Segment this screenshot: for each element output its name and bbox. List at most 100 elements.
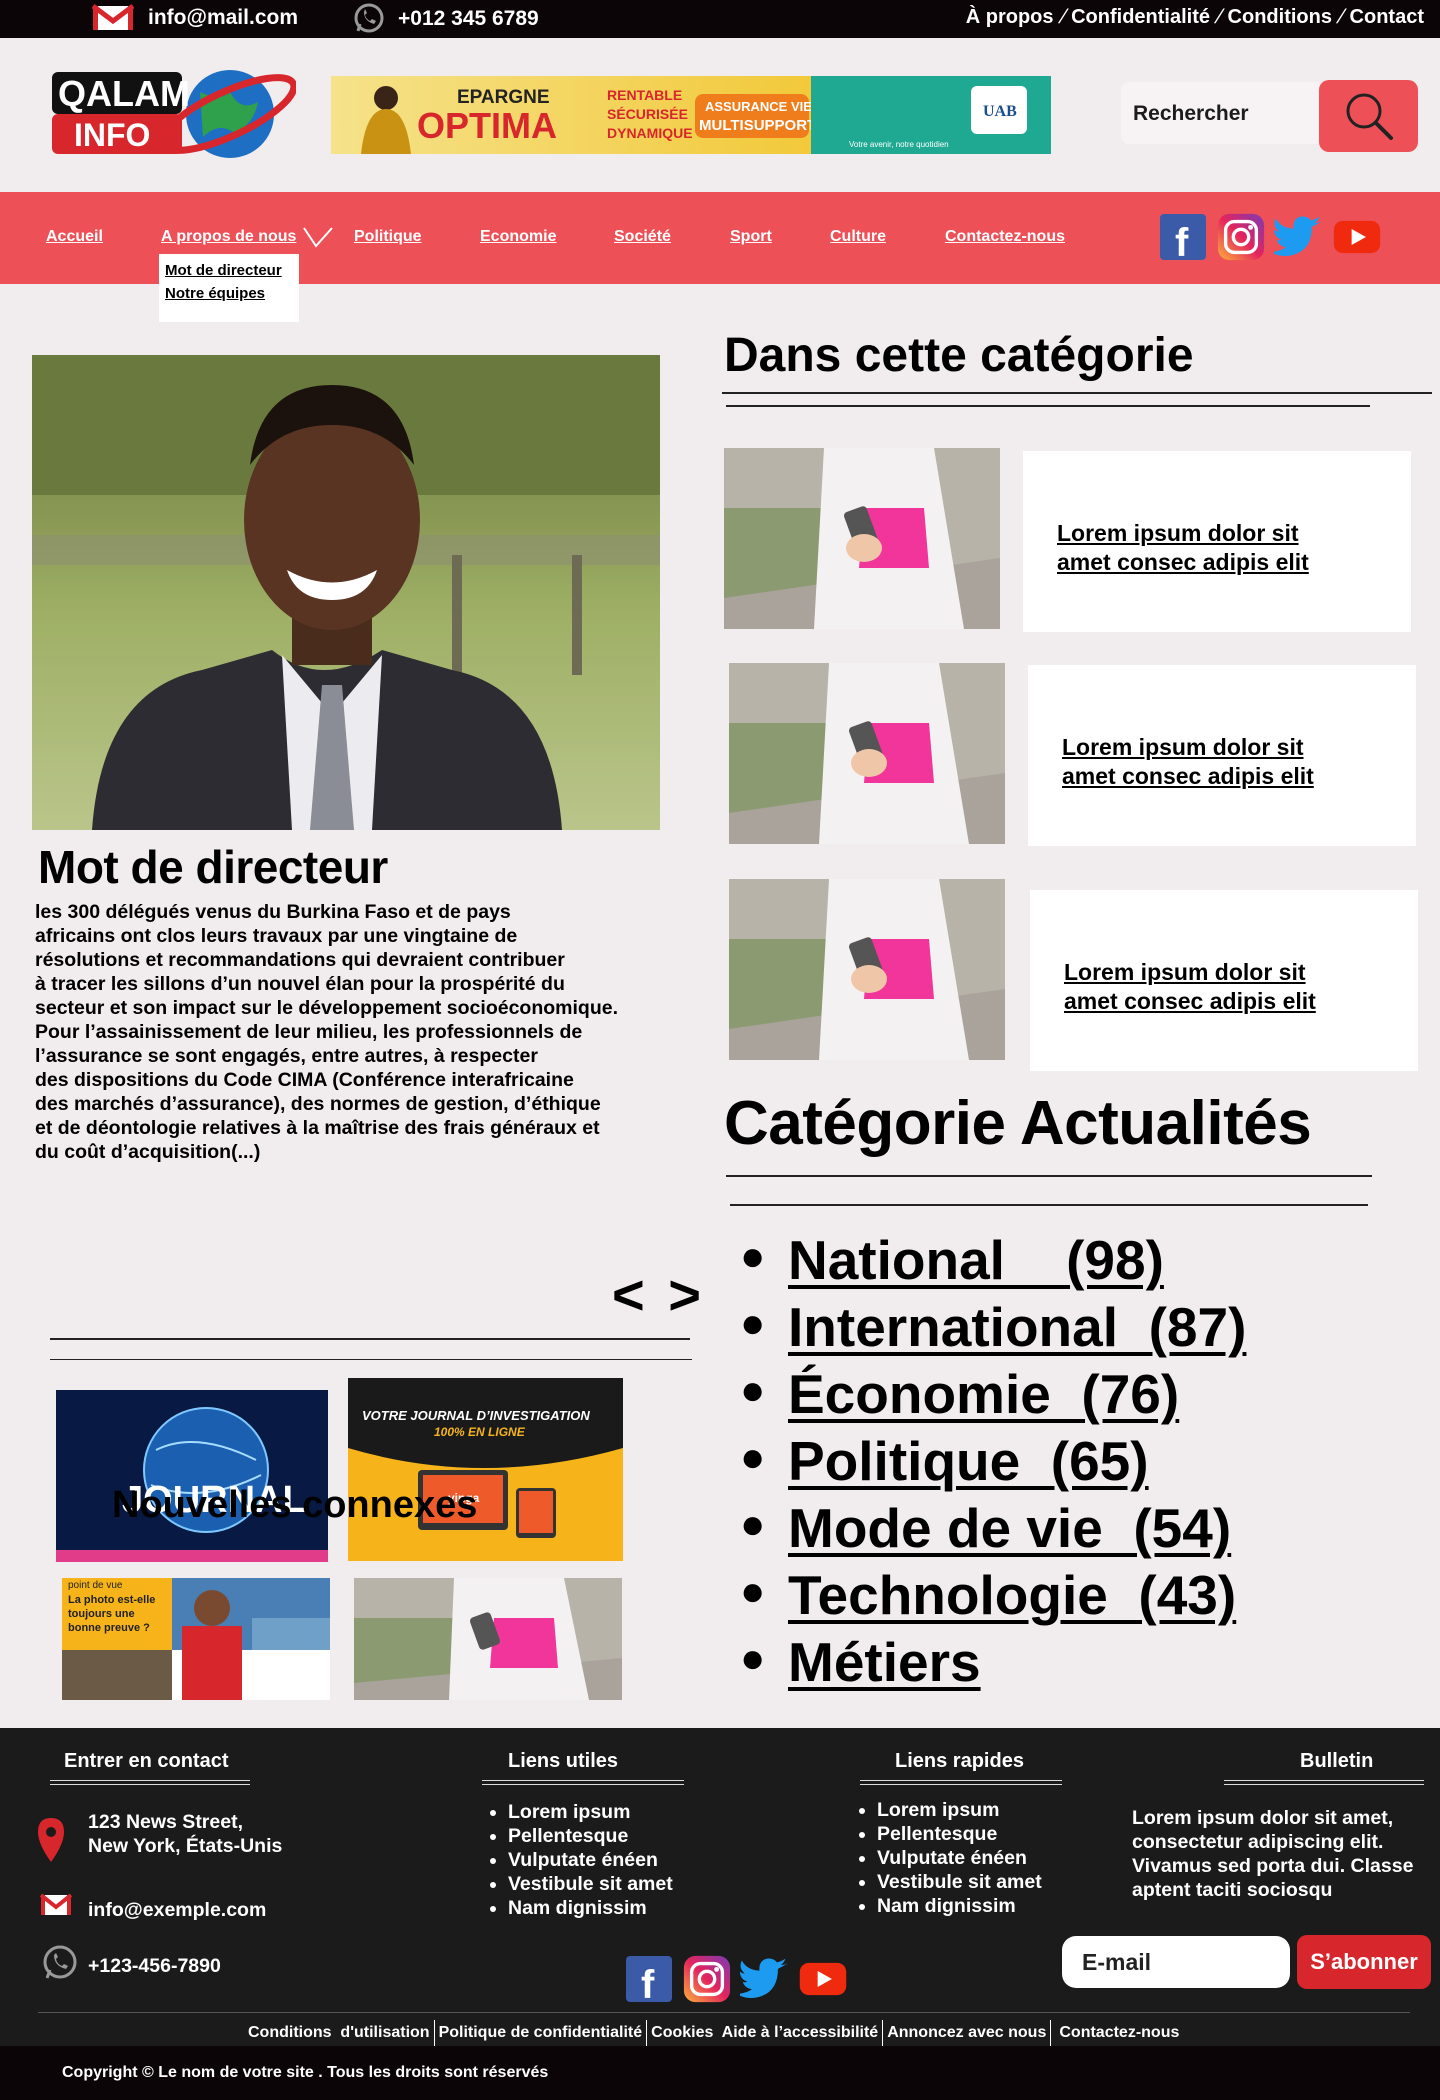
category-item-link[interactable]: Lorem ipsum dolor sit amet consec adipis…	[1062, 733, 1314, 791]
news-category-item[interactable]: ● Politique (65)	[740, 1429, 1246, 1496]
subscribe-button[interactable]: S’abonner	[1297, 1935, 1431, 1989]
news-category-item[interactable]: ● National (98)	[740, 1228, 1246, 1295]
search-button[interactable]	[1319, 80, 1418, 152]
footer-quick-link[interactable]: Pellentesque	[877, 1822, 1042, 1846]
legal-link-cookies-accessibility[interactable]: Cookies Aide à l’accessibilité	[651, 2024, 878, 2042]
footer-phone[interactable]: +123-456-7890	[88, 1954, 221, 1978]
location-pin-icon	[38, 1818, 64, 1862]
top-link-about[interactable]: À propos	[966, 6, 1054, 29]
divider	[38, 2012, 1410, 2013]
nav-item-contactez-nous[interactable]: Contactez-nous	[945, 228, 1065, 246]
instagram-icon[interactable]	[682, 1954, 732, 2004]
news-category-item[interactable]: ● Métiers	[740, 1630, 1246, 1697]
legal-link-contact[interactable]: Contactez-nous	[1059, 2024, 1179, 2042]
search-icon	[1346, 93, 1393, 140]
category-item-link[interactable]: Lorem ipsum dolor sit amet consec adipis…	[1057, 519, 1309, 577]
top-email-text: info@mail.com	[148, 6, 298, 29]
twitter-icon[interactable]	[740, 1954, 790, 2004]
nav-item-politique[interactable]: Politique	[354, 228, 422, 246]
footer-quick-list: Lorem ipsum Pellentesque Vulputate énéen…	[877, 1798, 1042, 1918]
news-category-item[interactable]: ● Technologie (43)	[740, 1563, 1246, 1630]
news-category-label[interactable]: Économie (76)	[788, 1362, 1179, 1426]
dropdown-item-mot-directeur[interactable]: Mot de directeur	[165, 262, 293, 279]
youtube-icon[interactable]	[798, 1954, 848, 2004]
legal-link-privacy[interactable]: Politique de confidentialité	[439, 2024, 643, 2042]
copyright-bar: Copyright © Le nom de votre site . Tous …	[0, 2046, 1440, 2100]
facebook-icon[interactable]: f	[1158, 212, 1208, 262]
news-category-label[interactable]: Métiers	[788, 1630, 981, 1694]
top-email[interactable]: info@mail.com	[92, 4, 298, 32]
footer-quick-link[interactable]: Vestibule sit amet	[877, 1870, 1042, 1894]
divider	[1224, 1780, 1424, 1785]
category-item-image[interactable]	[729, 663, 1005, 844]
nav-item-culture[interactable]: Culture	[830, 228, 886, 246]
top-link-contact[interactable]: Contact	[1350, 6, 1424, 29]
nav-item-accueil[interactable]: Accueil	[46, 228, 103, 246]
divider	[726, 1175, 1372, 1177]
news-category-list: ● National (98) ● International (87) ● Écon…	[740, 1228, 1246, 1697]
related-news-title: Nouvelles connexes	[112, 1484, 478, 1526]
related-img2-line1: VOTRE JOURNAL D’INVESTIGATION	[362, 1408, 590, 1423]
nav-item-a-propos[interactable]: A propos de nous	[161, 228, 296, 246]
top-link-conditions[interactable]: Conditions	[1228, 6, 1332, 29]
footer-legal-links: Conditions d'utilisation Politique de co…	[248, 2020, 1179, 2046]
news-category-label[interactable]: Technologie (43)	[788, 1563, 1236, 1627]
legal-link-conditions[interactable]: Conditions d'utilisation	[248, 2024, 430, 2042]
category-item-link[interactable]: Lorem ipsum dolor sit amet consec adipis…	[1064, 958, 1316, 1016]
news-category-item[interactable]: ● Économie (76)	[740, 1362, 1246, 1429]
whatsapp-icon	[43, 1945, 77, 1979]
nav-dropdown: Mot de directeur Notre équipes	[159, 254, 299, 322]
news-category-label[interactable]: Politique (65)	[788, 1429, 1149, 1493]
footer-quick-link[interactable]: Lorem ipsum	[877, 1798, 1042, 1822]
news-category-item[interactable]: ● Mode de vie (54)	[740, 1496, 1246, 1563]
footer-quick-link[interactable]: Vulputate énéen	[877, 1846, 1042, 1870]
banner-badge-1: ASSURANCE VIE	[705, 99, 811, 114]
top-link-privacy[interactable]: Confidentialité	[1071, 6, 1210, 29]
category-item-card[interactable]: Lorem ipsum dolor sit amet consec adipis…	[1028, 665, 1416, 846]
footer-useful-link[interactable]: Nam dignissim	[508, 1896, 673, 1920]
news-category-item[interactable]: ● International (87)	[740, 1295, 1246, 1362]
banner-check-2: SÉCURISÉE	[607, 106, 688, 122]
nav-item-sport[interactable]: Sport	[730, 228, 772, 246]
newsletter-email-field[interactable]	[1062, 1936, 1290, 1988]
related-news-image[interactable]: point de vue La photo est-elle toujours un…	[62, 1578, 330, 1700]
category-item-card[interactable]: Lorem ipsum dolor sit amet consec adipis…	[1023, 451, 1411, 632]
footer-useful-list: Lorem ipsum Pellentesque Vulputate énéen…	[508, 1800, 673, 1920]
related-news-image[interactable]: VOTRE JOURNAL D’INVESTIGATION 100% EN LIG…	[348, 1378, 623, 1561]
news-category-label[interactable]: National (98)	[788, 1228, 1164, 1292]
related-news-image[interactable]	[354, 1578, 622, 1700]
news-category-label[interactable]: International (87)	[788, 1295, 1246, 1359]
nav-item-societe[interactable]: Société	[614, 228, 671, 246]
site-logo[interactable]: QALAM INFO	[50, 62, 298, 166]
footer-useful-link[interactable]: Lorem ipsum	[508, 1800, 673, 1824]
twitter-icon[interactable]	[1274, 212, 1324, 262]
category-item-card[interactable]: Lorem ipsum dolor sit amet consec adipis…	[1030, 890, 1418, 1071]
category-item-image[interactable]	[729, 879, 1005, 1060]
footer-quick-link[interactable]: Nam dignissim	[877, 1894, 1042, 1918]
footer-useful-link[interactable]: Vestibule sit amet	[508, 1872, 673, 1896]
footer-useful-link[interactable]: Pellentesque	[508, 1824, 673, 1848]
category-item-image[interactable]	[724, 448, 1000, 629]
top-bar: info@mail.com +012 345 6789 À propos / Co…	[0, 0, 1440, 38]
divider	[726, 405, 1370, 407]
instagram-icon[interactable]	[1216, 212, 1266, 262]
director-photo	[32, 355, 660, 830]
nav-item-economie[interactable]: Economie	[480, 228, 556, 246]
top-phone[interactable]: +012 345 6789	[352, 3, 539, 35]
footer-useful-link[interactable]: Vulputate énéen	[508, 1848, 673, 1872]
ad-banner[interactable]: EPARGNE OPTIMA RENTABLE SÉCURISÉE DYNAMI…	[331, 76, 1051, 154]
footer-email[interactable]: info@exemple.com	[88, 1898, 266, 1922]
youtube-icon[interactable]	[1332, 212, 1382, 262]
related-img3-line1: La photo est-elle	[68, 1594, 155, 1606]
facebook-icon[interactable]: f	[624, 1954, 674, 2004]
search-input[interactable]: Rechercher	[1121, 82, 1319, 144]
dropdown-item-equipes[interactable]: Notre équipes	[165, 285, 293, 302]
banner-brand: UAB	[983, 103, 1017, 120]
logo-text-info: INFO	[74, 117, 150, 153]
carousel-arrows[interactable]: < >	[612, 1262, 705, 1327]
chevron-down-icon[interactable]	[302, 226, 334, 248]
related-news-image[interactable]: JOURNAL	[56, 1390, 328, 1562]
news-category-label[interactable]: Mode de vie (54)	[788, 1496, 1231, 1560]
divider	[482, 1780, 684, 1785]
legal-link-advertise[interactable]: Annoncez avec nous	[887, 2024, 1046, 2042]
